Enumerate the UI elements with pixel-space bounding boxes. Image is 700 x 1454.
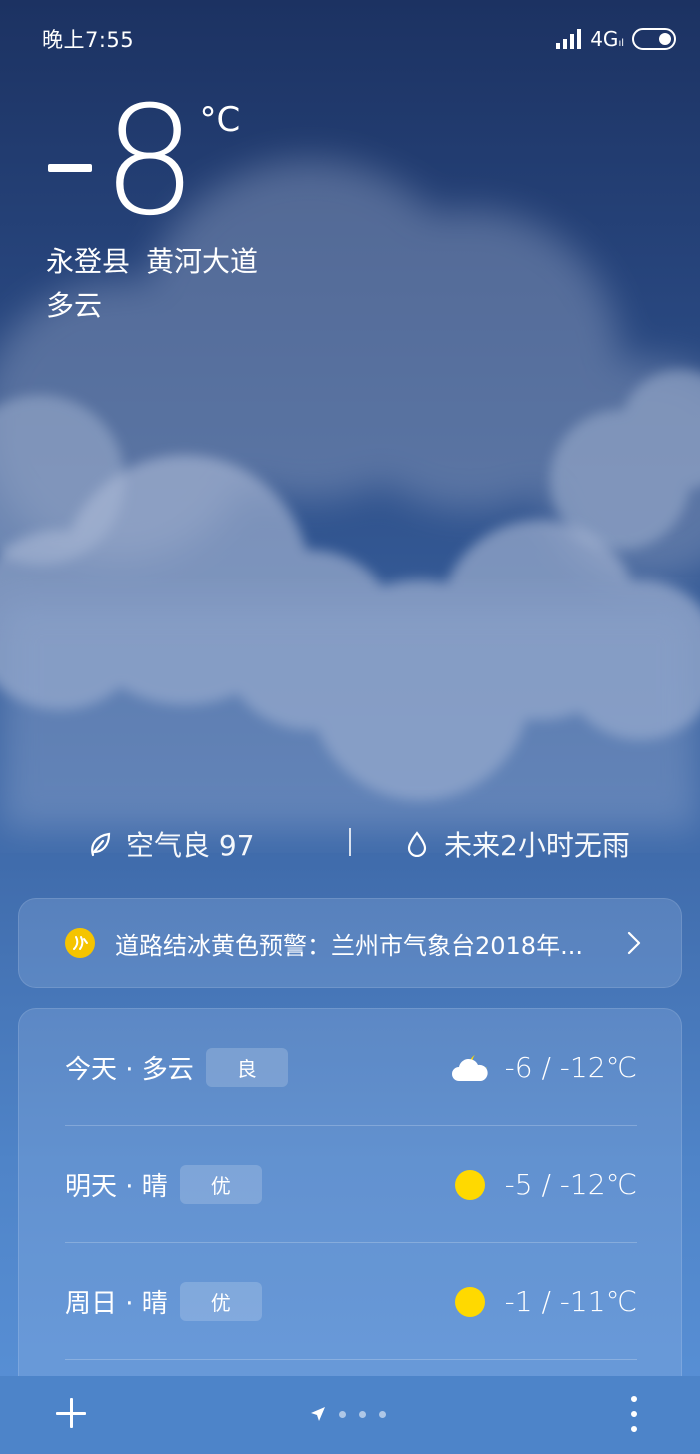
status-time: 晚上7:55	[42, 28, 135, 52]
temperature-range: -6 / -12℃	[504, 1051, 637, 1084]
aqi-badge: 优	[179, 1282, 262, 1321]
forecast-day: 今天 · 多云	[65, 1055, 194, 1085]
page-dot	[359, 1410, 366, 1418]
sun-icon	[449, 1285, 491, 1319]
temperature-range: -5 / -12℃	[504, 1168, 637, 1201]
location-district: 永登县	[46, 245, 131, 278]
status-icons: 4Gıl	[556, 27, 676, 51]
weather-condition: 多云	[46, 289, 103, 322]
rain-forecast-label: 未来2小时无雨	[444, 829, 630, 862]
page-dot	[339, 1410, 346, 1418]
battery-icon	[632, 28, 676, 50]
temperature-value: 8	[102, 75, 197, 249]
location-arrow-icon	[311, 1407, 325, 1421]
air-rain-row: 空气良 97 未来2小时无雨	[0, 820, 700, 866]
forecast-row-today[interactable]: 今天 · 多云 良 -6 / -12℃	[65, 1009, 637, 1126]
raindrop-icon	[407, 831, 427, 857]
temperature-unit: °C	[199, 100, 241, 140]
chevron-right-icon	[627, 931, 641, 955]
sun-icon	[449, 1168, 491, 1202]
bottom-bar	[0, 1376, 700, 1454]
rain-forecast[interactable]: 未来2小时无雨	[406, 824, 630, 864]
forecast-day: 周日 · 晴	[65, 1289, 168, 1319]
temperature-sign	[48, 164, 92, 172]
location-street: 黄河大道	[146, 245, 259, 278]
forecast-day: 明天 · 晴	[65, 1172, 168, 1202]
aqi-badge: 优	[179, 1165, 262, 1204]
signal-icon	[556, 29, 582, 49]
temperature-range: -1 / -11℃	[504, 1285, 637, 1318]
network-type: 4Gıl	[590, 27, 624, 51]
page-dot	[379, 1410, 386, 1418]
forecast-card[interactable]: 今天 · 多云 良 -6 / -12℃ 明天 · 晴 优 -5 / -12℃ 周…	[18, 1008, 682, 1388]
add-city-button[interactable]	[54, 1396, 88, 1430]
city-page-indicator[interactable]	[310, 1406, 386, 1422]
leaf-icon	[91, 832, 111, 857]
partly-cloudy-night-icon	[449, 1051, 491, 1085]
status-bar: 晚上7:55 4Gıl	[42, 24, 676, 54]
location[interactable]: 永登县 黄河大道	[46, 240, 258, 280]
alert-text: 道路结冰黄色预警：兰州市气象台2018年...	[115, 931, 583, 960]
current-temperature: 8 °C	[48, 75, 241, 249]
air-quality[interactable]: 空气良 97	[88, 824, 255, 864]
forecast-row-sunday[interactable]: 周日 · 晴 优 -1 / -11℃	[65, 1243, 637, 1360]
road-ice-warning-icon	[65, 928, 95, 958]
row-divider	[65, 1359, 637, 1360]
aqi-badge: 良	[205, 1048, 288, 1087]
weather-alert-card[interactable]: 道路结冰黄色预警：兰州市气象台2018年...	[18, 898, 682, 988]
info-divider	[349, 828, 351, 856]
more-options-button[interactable]	[626, 1396, 642, 1432]
forecast-row-tomorrow[interactable]: 明天 · 晴 优 -5 / -12℃	[65, 1126, 637, 1243]
air-quality-label: 空气良 97	[126, 829, 255, 862]
